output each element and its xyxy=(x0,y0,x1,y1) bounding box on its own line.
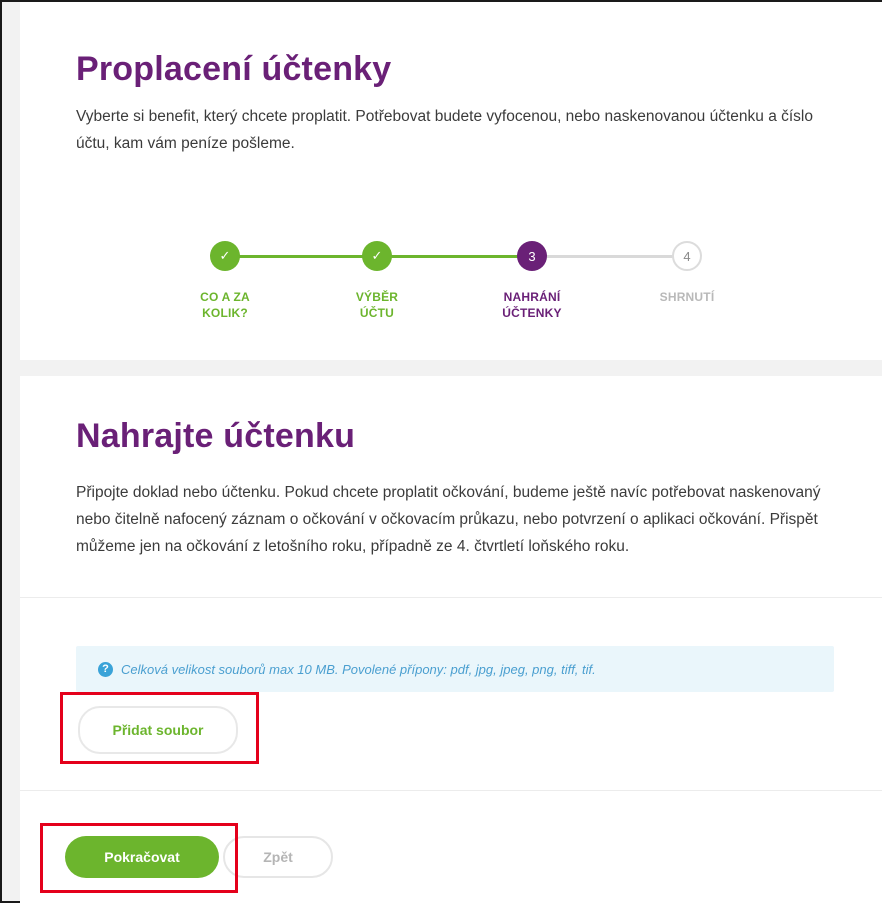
highlight-continue xyxy=(40,823,238,893)
question-icon: ? xyxy=(98,661,113,677)
instructions-line: můžeme jen na očkování z letošního roku,… xyxy=(76,538,630,555)
upload-instructions: Připojte doklad nebo účtenku. Pokud chce… xyxy=(76,479,856,560)
step-4-circle: 4 xyxy=(672,241,702,271)
back-button[interactable]: Zpět xyxy=(223,836,333,878)
step-label-line: VÝBĚR xyxy=(355,290,399,304)
instructions-line: nebo čitelně nafocený záznam o očkování … xyxy=(76,511,818,528)
instructions-line: Připojte doklad nebo účtenku. Pokud chce… xyxy=(76,484,821,501)
divider xyxy=(20,790,882,791)
intro-card: Proplacení účtenky Vyberte si benefit, k… xyxy=(20,2,882,360)
intro-text-line: účtu, kam vám peníze pošleme. xyxy=(76,135,295,152)
step-1-label: CO A ZA KOLIK? xyxy=(170,289,280,321)
section-title: Nahrajte účtenku xyxy=(76,417,356,455)
section-gap xyxy=(20,360,882,376)
step-4-label: SHRNUTÍ xyxy=(632,289,742,305)
page-background xyxy=(2,2,20,901)
step-label-line: KOLIK? xyxy=(202,306,248,320)
divider xyxy=(20,597,882,598)
file-info-box: ? Celková velikost souborů max 10 MB. Po… xyxy=(76,646,834,692)
step-2-label: VÝBĚR ÚČTU xyxy=(322,289,432,321)
highlight-add-file xyxy=(60,692,259,764)
file-info-text: Celková velikost souborů max 10 MB. Povo… xyxy=(121,661,596,677)
step-2-check-icon: ✓ xyxy=(362,241,392,271)
stepper-connector xyxy=(377,255,532,258)
step-label-line: NAHRÁNÍ xyxy=(503,290,561,304)
step-1-check-icon: ✓ xyxy=(210,241,240,271)
stepper-connector xyxy=(225,255,377,258)
page-title: Proplacení účtenky xyxy=(76,50,392,88)
step-3-label: NAHRÁNÍ ÚČTENKY xyxy=(477,289,587,321)
intro-text-line: Vyberte si benefit, který chcete proplat… xyxy=(76,108,813,125)
step-label-line: ÚČTENKY xyxy=(502,306,562,320)
intro-text: Vyberte si benefit, který chcete proplat… xyxy=(76,103,836,157)
step-label-line: SHRNUTÍ xyxy=(659,290,715,304)
step-label-line: ÚČTU xyxy=(359,306,395,320)
step-3-circle: 3 xyxy=(517,241,547,271)
stepper-connector xyxy=(532,255,687,258)
step-label-line: CO A ZA xyxy=(200,290,250,304)
